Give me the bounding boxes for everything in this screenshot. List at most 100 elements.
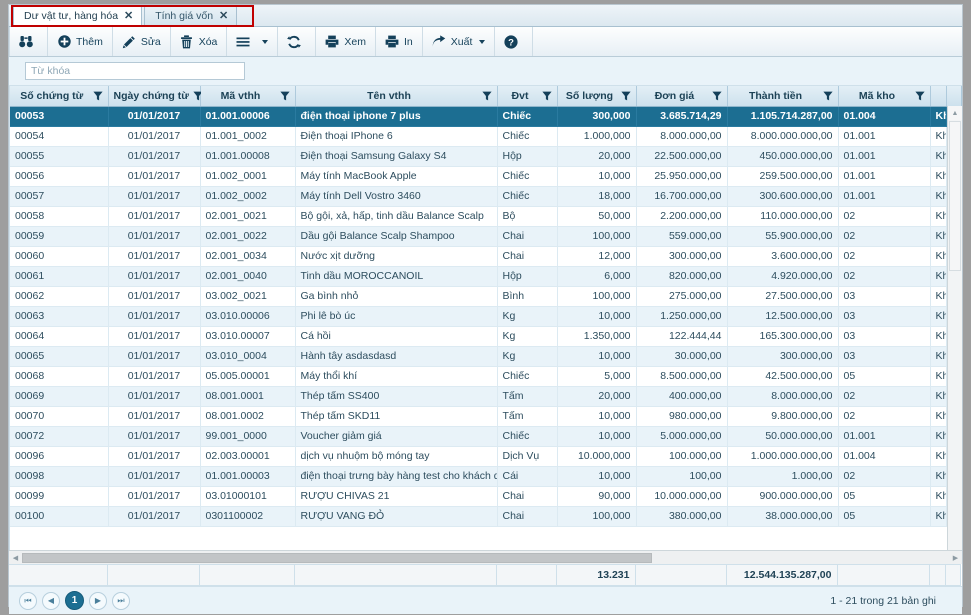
- horizontal-scroll-thumb[interactable]: [22, 552, 653, 563]
- table-row[interactable]: 00100 01/01/2017 0301100002 RƯỢU VANG ĐỎ Cha…: [10, 506, 962, 527]
- vertical-scroll-thumb[interactable]: [949, 121, 961, 271]
- cell-dvt: Chiếc: [497, 366, 558, 387]
- filter-funnel-icon[interactable]: [481, 91, 492, 101]
- cell-ma_kho: 02: [838, 266, 931, 287]
- refresh-button[interactable]: [278, 27, 317, 56]
- cell-thanh_tien: 38.000.000,00: [727, 506, 839, 527]
- help-button[interactable]: ?: [495, 27, 534, 56]
- cell-thanh_tien: 450.000.000,00: [727, 146, 839, 167]
- table-row[interactable]: 00064 01/01/2017 03.010.00007 Cá hồi Kg 1.350…: [10, 326, 962, 347]
- cell-ngay_ct: 01/01/2017: [108, 406, 201, 427]
- filter-funnel-icon[interactable]: [541, 91, 552, 101]
- cell-don_gia: 559.000,00: [636, 226, 728, 247]
- cell-so_luong: 20,000: [557, 146, 637, 167]
- table-row[interactable]: 00099 01/01/2017 03.01000101 RƯỢU CHIVAS 21…: [10, 486, 962, 507]
- table-row[interactable]: 00072 01/01/2017 99.001_0000 Voucher giảm g…: [10, 426, 962, 447]
- scroll-right-icon[interactable]: ▶: [949, 554, 962, 562]
- preview-button[interactable]: Xem: [316, 27, 376, 56]
- table-row[interactable]: 00056 01/01/2017 01.002_0001 Máy tính MacBo…: [10, 166, 962, 187]
- page-prev-button[interactable]: ◀: [42, 591, 60, 610]
- table-row[interactable]: 00061 01/01/2017 02.001_0040 Tinh dầu MOROC…: [10, 266, 962, 287]
- table-row[interactable]: 00055 01/01/2017 01.001.00008 Điện thoại Sa…: [10, 146, 962, 167]
- table-row[interactable]: 00068 01/01/2017 05.005.00001 Máy thổi khí C…: [10, 366, 962, 387]
- vertical-scrollbar[interactable]: ▲: [947, 106, 962, 550]
- filter-funnel-icon[interactable]: [822, 91, 833, 101]
- export-button[interactable]: Xuất: [423, 27, 496, 56]
- column-label: Tên vthh: [367, 89, 411, 102]
- cell-ma_vthh: 03.010.00007: [200, 326, 296, 347]
- table-row[interactable]: 00053 01/01/2017 01.001.00006 điện thoại ip…: [10, 106, 962, 127]
- grid-header-số-lượng[interactable]: Số lượng: [557, 86, 637, 107]
- grid-header-thành-tiền[interactable]: Thành tiền: [727, 86, 839, 107]
- table-row[interactable]: 00062 01/01/2017 03.002_0021 Ga bình nhỏ Bìn…: [10, 286, 962, 307]
- table-row[interactable]: 00069 01/01/2017 08.001.0001 Thép tấm SS400…: [10, 386, 962, 407]
- cell-so_luong: 10,000: [557, 306, 637, 327]
- page-last-button[interactable]: ⏭: [112, 591, 130, 610]
- table-row[interactable]: 00098 01/01/2017 01.001.00003 điện thoại tr…: [10, 466, 962, 487]
- cell-ngay_ct: 01/01/2017: [108, 106, 201, 127]
- edit-button[interactable]: Sửa: [113, 27, 171, 56]
- chevron-down-icon: [479, 39, 486, 44]
- cell-ma_kho: 02: [838, 226, 931, 247]
- grid-header-spacer[interactable]: [946, 86, 962, 107]
- grid-header-tên-vthh[interactable]: Tên vthh: [295, 86, 498, 107]
- filter-funnel-icon[interactable]: [620, 91, 631, 101]
- cell-don_gia: 22.500.000,00: [636, 146, 728, 167]
- horizontal-scrollbar[interactable]: ◀ ▶: [9, 550, 962, 564]
- cell-ma_kho: 01.001: [838, 186, 931, 207]
- find-button[interactable]: [9, 27, 48, 56]
- filter-funnel-icon[interactable]: [279, 91, 290, 101]
- grid-header-mã-vthh[interactable]: Mã vthh: [200, 86, 296, 107]
- scroll-up-icon[interactable]: ▲: [948, 106, 962, 120]
- cell-dvt: Hộp: [497, 146, 558, 167]
- table-row[interactable]: 00058 01/01/2017 02.001_0021 Bộ gội, xả, hấ…: [10, 206, 962, 227]
- grid-header-ngày-chứng-từ[interactable]: Ngày chứng từ: [108, 86, 203, 107]
- cell-ten_vthh: Nước xịt dưỡng: [295, 246, 498, 267]
- table-row[interactable]: 00065 01/01/2017 03.010_0004 Hành tây asdas…: [10, 346, 962, 367]
- page-first-button[interactable]: ⏮: [19, 591, 37, 610]
- tab-du-vat-tu-hang-hoa[interactable]: Dư vật tư, hàng hóa ✕: [13, 5, 143, 26]
- grid-header-spacer[interactable]: [930, 86, 947, 107]
- page-next-button[interactable]: ▶: [89, 591, 107, 610]
- delete-button[interactable]: Xóa: [171, 27, 228, 56]
- sum-ngay-ct: [107, 564, 200, 586]
- horizontal-scroll-track[interactable]: [22, 552, 949, 564]
- close-icon[interactable]: ✕: [124, 10, 133, 22]
- table-row[interactable]: 00059 01/01/2017 02.001_0022 Dầu gội Balanc…: [10, 226, 962, 247]
- scroll-left-icon[interactable]: ◀: [9, 554, 22, 562]
- add-button[interactable]: Thêm: [48, 27, 113, 56]
- grid-header-đơn-giá[interactable]: Đơn giá: [636, 86, 728, 107]
- table-row[interactable]: 00057 01/01/2017 01.002_0002 Máy tính Dell …: [10, 186, 962, 207]
- toolbar-label: Xem: [344, 35, 366, 48]
- filter-funnel-icon[interactable]: [914, 91, 925, 101]
- cell-ten_kho: Kh: [930, 446, 947, 467]
- page-number-1[interactable]: 1: [65, 591, 84, 610]
- cell-ma_kho: 03: [838, 326, 931, 347]
- grid-header-mã-kho[interactable]: Mã kho: [838, 86, 931, 107]
- toolbar-label: Xóa: [198, 35, 218, 48]
- table-row[interactable]: 00054 01/01/2017 01.001_0002 Điện thoại IPh…: [10, 126, 962, 147]
- cell-thanh_tien: 300.600.000,00: [727, 186, 839, 207]
- sum-spacer: [945, 564, 961, 586]
- filter-funnel-icon[interactable]: [92, 91, 103, 101]
- cell-so_ct: 00057: [10, 186, 109, 207]
- filter-funnel-icon[interactable]: [711, 91, 722, 101]
- print-button[interactable]: In: [376, 27, 423, 56]
- table-row[interactable]: 00096 01/01/2017 02.003.00001 dịch vụ nhuộm…: [10, 446, 962, 467]
- cell-ngay_ct: 01/01/2017: [108, 486, 201, 507]
- cell-so_luong: 12,000: [557, 246, 637, 267]
- menu-button[interactable]: [227, 27, 279, 56]
- search-input[interactable]: [25, 62, 245, 80]
- grid-header-số-chứng-từ[interactable]: Số chứng từ: [10, 86, 109, 107]
- cell-don_gia: 1.250.000,00: [636, 306, 728, 327]
- cell-dvt: Bộ: [497, 206, 558, 227]
- tab-tinh-gia-von[interactable]: Tính giá vốn ✕: [144, 5, 238, 26]
- table-row[interactable]: 00070 01/01/2017 08.001.0002 Thép tấm SKD11…: [10, 406, 962, 427]
- close-icon[interactable]: ✕: [219, 10, 228, 22]
- cell-dvt: Chai: [497, 486, 558, 507]
- cell-so_luong: 10,000: [557, 426, 637, 447]
- table-row[interactable]: 00063 01/01/2017 03.010.00006 Phi lê bò úc K…: [10, 306, 962, 327]
- grid-header-đvt[interactable]: Đvt: [497, 86, 558, 107]
- cell-dvt: Tấm: [497, 406, 558, 427]
- table-row[interactable]: 00060 01/01/2017 02.001_0034 Nước xịt dưỡng…: [10, 246, 962, 267]
